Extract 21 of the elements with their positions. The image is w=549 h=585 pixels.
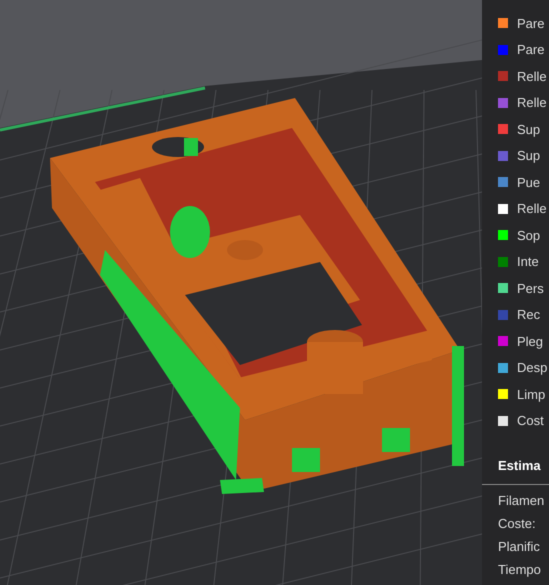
legend-label: Pare (517, 14, 544, 32)
legend-label: Relle (517, 200, 547, 218)
legend-label: Sup (517, 120, 540, 139)
legend-label: Rec (517, 306, 540, 324)
legend-label: Relle (517, 68, 547, 86)
legend-label: Inte (517, 253, 539, 271)
estimate-label: Tiempo (498, 560, 542, 579)
legend-label: Relle (517, 94, 547, 112)
legend-label: Sop (517, 226, 540, 245)
legend-label: Cost (517, 412, 544, 430)
estimate-label: Coste: (498, 514, 537, 532)
legend-label: Sup (517, 147, 540, 165)
legend-label: Limp (517, 386, 546, 404)
legend-label: Pue (517, 174, 540, 192)
legend-label: Pare (517, 41, 544, 59)
estimate-label: Planific (498, 538, 541, 556)
estimate-title: Estima (497, 457, 542, 475)
legend-label: Pers (517, 280, 544, 298)
legend-label: Desp (517, 359, 548, 377)
estimate-label: Filamen (498, 492, 546, 510)
legend-label: Pleg (517, 332, 544, 351)
